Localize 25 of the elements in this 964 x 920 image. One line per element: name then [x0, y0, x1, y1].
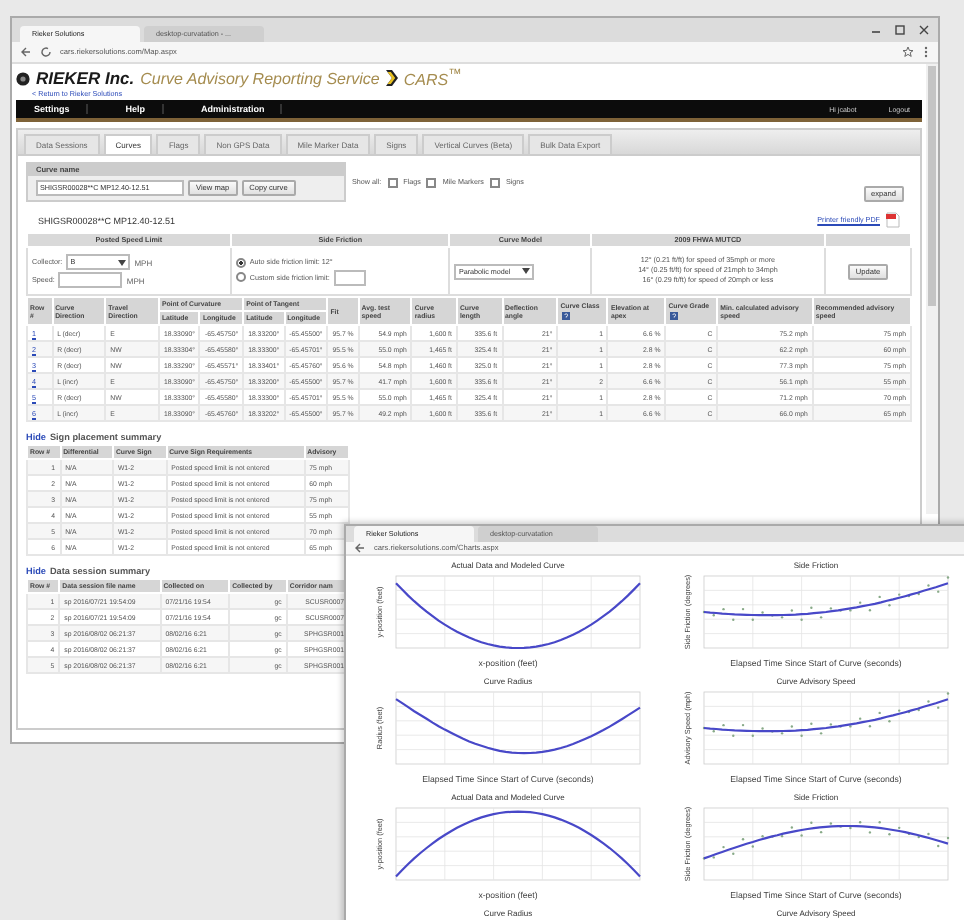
back-arrow-icon[interactable]: [354, 542, 366, 554]
speed-field[interactable]: [58, 272, 123, 288]
logo-icon: [16, 71, 30, 85]
scrollbar[interactable]: [926, 64, 938, 514]
star-icon[interactable]: [902, 46, 914, 58]
menu-icon[interactable]: [922, 46, 930, 58]
radio-button[interactable]: [235, 257, 246, 267]
checkbox[interactable]: [426, 177, 437, 187]
service-name: Curve Advisory Reporting Service: [140, 69, 380, 87]
pdf-icon: [886, 212, 900, 228]
product-name: CARS$^{™}$: [403, 67, 462, 89]
friction-field[interactable]: [333, 269, 366, 285]
radio-button[interactable]: [235, 272, 246, 282]
reload-icon[interactable]: [40, 46, 52, 58]
caret-icon: [522, 268, 531, 274]
help-icon[interactable]: [670, 311, 679, 320]
back-arrow-icon[interactable]: [20, 46, 32, 58]
checkbox[interactable]: [489, 177, 500, 187]
help-icon[interactable]: [562, 311, 571, 320]
maximize-icon[interactable]: [894, 24, 906, 36]
company-name: RIEKER Inc.: [36, 68, 135, 88]
checkbox[interactable]: [387, 177, 398, 187]
caret-icon: [118, 259, 127, 265]
chevron-icon: [385, 70, 398, 86]
close-icon[interactable]: [918, 24, 930, 36]
